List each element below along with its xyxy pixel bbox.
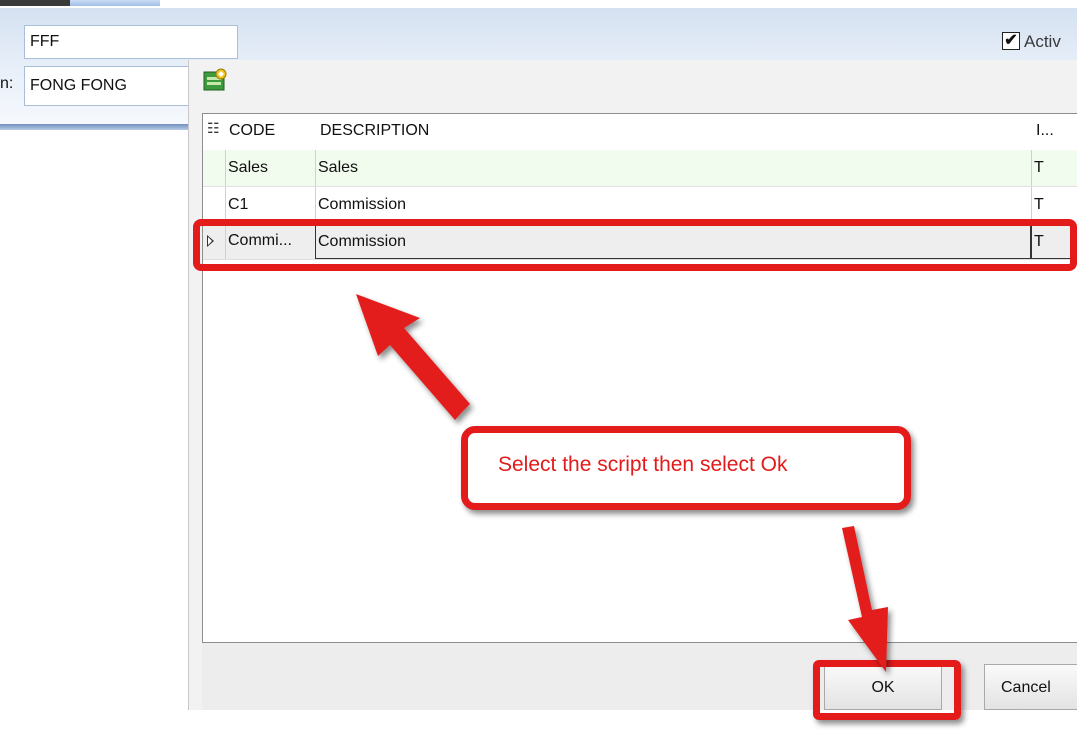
row-selector	[203, 187, 223, 223]
script-grid[interactable]: ☷ CODE DESCRIPTION I... Sales Sales T C1…	[202, 113, 1077, 643]
table-row[interactable]: Sales Sales T	[203, 150, 1077, 187]
cell-description[interactable]: Sales	[315, 150, 1031, 186]
header-description[interactable]: DESCRIPTION	[320, 122, 429, 140]
cell-i[interactable]: T	[1031, 187, 1071, 223]
top-tab	[70, 0, 160, 6]
header-code[interactable]: CODE	[229, 122, 275, 140]
description-label: n:	[0, 75, 14, 92]
row-highlight-box	[193, 219, 1077, 271]
top-dark-bar	[0, 0, 70, 6]
ok-highlight-box	[813, 660, 961, 720]
cancel-button[interactable]: Cancel	[984, 664, 1077, 710]
column-chooser-icon[interactable]: ☷	[207, 120, 220, 137]
callout-text: Select the script then select Ok	[498, 453, 788, 476]
form-separator	[0, 124, 195, 130]
description-field[interactable]: FONG FONG	[24, 66, 194, 106]
cell-code[interactable]: C1	[225, 187, 315, 223]
cell-i[interactable]: T	[1031, 150, 1071, 186]
code-field[interactable]: FFF	[24, 25, 238, 59]
cell-description[interactable]: Commission	[315, 187, 1031, 223]
top-strip	[0, 0, 1077, 8]
instruction-callout: Select the script then select Ok	[461, 426, 911, 510]
grid-header: ☷ CODE DESCRIPTION I...	[203, 114, 1077, 148]
active-label: Activ	[1024, 32, 1061, 51]
header-i[interactable]: I...	[1036, 122, 1054, 140]
row-selector	[203, 150, 223, 186]
active-checkbox[interactable]: ✔	[1002, 32, 1020, 50]
script-icon[interactable]	[202, 68, 228, 94]
cell-code[interactable]: Sales	[225, 150, 315, 186]
script-select-dialog: ☷ CODE DESCRIPTION I... Sales Sales T C1…	[188, 60, 1077, 710]
